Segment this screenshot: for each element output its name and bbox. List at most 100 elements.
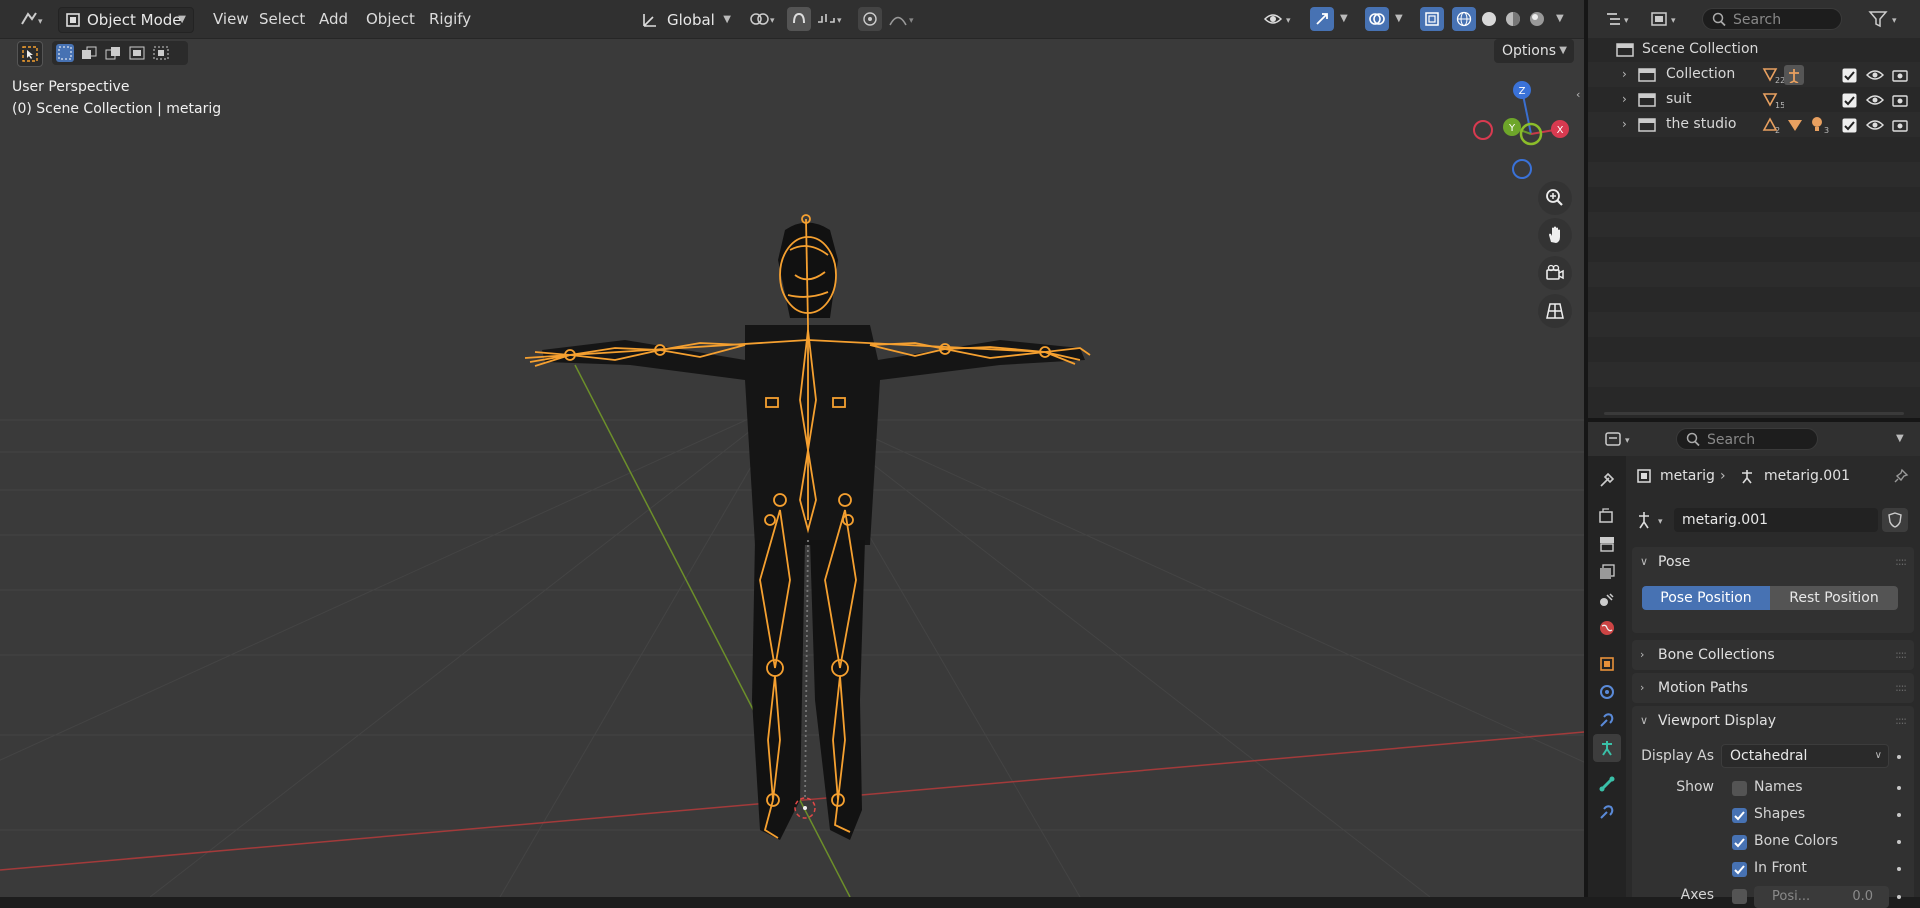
panel-drag-handle[interactable]: ::::: [1895, 706, 1907, 736]
panel-motion-paths[interactable]: › Motion Paths ::::: [1632, 673, 1914, 703]
output-tab-icon[interactable]: [1593, 530, 1621, 558]
datablock-browse-button[interactable]: ▾: [1634, 508, 1672, 532]
in-front-checkbox[interactable]: [1732, 862, 1747, 877]
camera-render-icon[interactable]: [1891, 116, 1909, 134]
constraints-tab-icon[interactable]: [1593, 706, 1621, 734]
chevron-right-icon[interactable]: ›: [1622, 62, 1627, 87]
light-filter-icon[interactable]: 3: [1810, 116, 1834, 134]
solid-shading-icon[interactable]: [1477, 7, 1501, 31]
panel-bone-collections[interactable]: › Bone Collections ::::: [1632, 640, 1914, 670]
sidebar-toggle-icon[interactable]: ‹: [1576, 88, 1580, 101]
falloff-curve-icon[interactable]: ▾: [886, 9, 920, 29]
camera-render-icon[interactable]: [1891, 91, 1909, 109]
outliner-scrollbar[interactable]: [1604, 412, 1904, 415]
properties-search-input[interactable]: Search: [1676, 428, 1818, 450]
pan-hand-icon[interactable]: [1538, 218, 1572, 252]
pose-position-button[interactable]: Pose Position: [1642, 586, 1770, 610]
view-layer-tab-icon[interactable]: [1593, 558, 1621, 586]
pin-icon[interactable]: [1892, 468, 1910, 484]
pivot-point-icon[interactable]: ▾: [746, 9, 780, 29]
keyframe-dot[interactable]: [1897, 840, 1901, 844]
outliner-item-the-studio[interactable]: › the studio 2 3: [1588, 112, 1920, 137]
panel-title-motion-paths[interactable]: Motion Paths: [1658, 673, 1748, 703]
menu-add[interactable]: Add: [311, 7, 356, 31]
menu-view[interactable]: View: [205, 7, 257, 31]
shapes-checkbox[interactable]: [1732, 808, 1747, 823]
proportional-editing-icon[interactable]: [858, 7, 882, 31]
menu-select[interactable]: Select: [251, 7, 313, 31]
mesh-filter-icon[interactable]: 22: [1762, 66, 1784, 84]
bone-tab-icon[interactable]: [1593, 770, 1621, 798]
keyframe-dot[interactable]: [1897, 895, 1901, 899]
tool-tab-icon[interactable]: [1593, 466, 1621, 494]
perspective-toggle-icon[interactable]: [1538, 294, 1572, 328]
chevron-down-icon[interactable]: ▼: [1556, 13, 1564, 24]
zoom-icon[interactable]: [1538, 181, 1572, 215]
mode-dropdown[interactable]: Object Mode ▼: [58, 7, 194, 33]
visibility-icon[interactable]: ▾: [1262, 9, 1298, 29]
panel-drag-handle[interactable]: ::::: [1895, 673, 1907, 703]
display-mode-icon[interactable]: ▾: [1648, 9, 1684, 29]
invert-selection-icon[interactable]: [128, 44, 146, 62]
outliner-item-collection[interactable]: › Collection 22: [1588, 62, 1920, 87]
breadcrumb-object[interactable]: metarig: [1660, 464, 1715, 488]
filter-icon[interactable]: ▾: [1866, 9, 1906, 29]
snap-target-icon[interactable]: ▾: [814, 9, 848, 29]
character-mesh[interactable]: [542, 222, 1085, 841]
exclude-checkbox[interactable]: [1842, 117, 1857, 133]
panel-title-bone-collections[interactable]: Bone Collections: [1658, 640, 1775, 670]
scene-tab-icon[interactable]: [1593, 586, 1621, 614]
fake-user-shield-icon[interactable]: [1882, 508, 1908, 532]
chevron-right-icon[interactable]: ›: [1622, 112, 1627, 137]
eye-icon[interactable]: [1866, 66, 1884, 84]
subtract-selection-icon[interactable]: [104, 44, 122, 62]
datablock-name-field[interactable]: metarig.001: [1674, 508, 1878, 532]
exclude-checkbox[interactable]: [1842, 67, 1857, 83]
keyframe-dot[interactable]: [1897, 867, 1901, 871]
set-new-selection-icon[interactable]: [56, 44, 74, 62]
outliner-scene-collection[interactable]: Scene Collection: [1588, 37, 1920, 62]
extend-selection-icon[interactable]: [80, 44, 98, 62]
chevron-down-icon[interactable]: ▼: [1340, 13, 1348, 24]
snap-toggle-icon[interactable]: [787, 7, 811, 31]
gizmo-toggle-icon[interactable]: [1310, 7, 1334, 31]
breadcrumb-data[interactable]: metarig.001: [1764, 464, 1850, 488]
panel-drag-handle[interactable]: ::::: [1895, 547, 1907, 577]
transform-orientation-dropdown[interactable]: Global ▼: [636, 7, 736, 33]
camera-render-icon[interactable]: [1891, 66, 1909, 84]
armature-data-tab-icon[interactable]: [1593, 734, 1621, 762]
camera-view-icon[interactable]: [1538, 256, 1572, 290]
viewport-scene[interactable]: [0, 0, 1584, 897]
chevron-right-icon[interactable]: ›: [1640, 640, 1644, 670]
keyframe-dot[interactable]: [1897, 755, 1901, 759]
panel-drag-handle[interactable]: ::::: [1895, 640, 1907, 670]
render-tab-icon[interactable]: [1593, 502, 1621, 530]
world-tab-icon[interactable]: [1593, 614, 1621, 642]
outliner-search-input[interactable]: Search: [1702, 8, 1842, 30]
keyframe-dot[interactable]: [1897, 813, 1901, 817]
overlays-toggle-icon[interactable]: [1365, 7, 1389, 31]
mesh-filter-icon[interactable]: 2: [1762, 116, 1784, 134]
menu-object[interactable]: Object: [358, 7, 423, 31]
panel-title-viewport-display[interactable]: Viewport Display: [1658, 706, 1776, 736]
3d-viewport[interactable]: ▾ Object Mode ▼ View Select Add Object R…: [0, 0, 1584, 897]
material-shading-icon[interactable]: [1501, 7, 1525, 31]
chevron-down-icon[interactable]: ▼: [1896, 433, 1904, 444]
rest-position-button[interactable]: Rest Position: [1770, 586, 1898, 610]
options-dropdown[interactable]: Options ▼: [1494, 39, 1574, 63]
mesh-filter-icon[interactable]: 15: [1762, 91, 1784, 109]
chevron-right-icon[interactable]: ›: [1640, 673, 1644, 703]
intersect-selection-icon[interactable]: [152, 44, 170, 62]
bone-constraints-tab-icon[interactable]: [1593, 798, 1621, 826]
eye-icon[interactable]: [1866, 116, 1884, 134]
xray-toggle-icon[interactable]: [1420, 7, 1444, 31]
chevron-down-icon[interactable]: ∨: [1640, 706, 1648, 736]
axes-position-field[interactable]: Posi... 0.0: [1754, 886, 1889, 908]
object-tab-icon[interactable]: [1593, 650, 1621, 678]
display-as-dropdown[interactable]: Octahedral ∨: [1721, 744, 1889, 768]
outliner-item-suit[interactable]: › suit 15: [1588, 87, 1920, 112]
navigation-gizmo[interactable]: Z X Y: [1465, 72, 1583, 187]
chevron-down-icon[interactable]: ▼: [1395, 13, 1403, 24]
bone-colors-checkbox[interactable]: [1732, 835, 1747, 850]
panel-title-pose[interactable]: Pose: [1658, 547, 1690, 577]
